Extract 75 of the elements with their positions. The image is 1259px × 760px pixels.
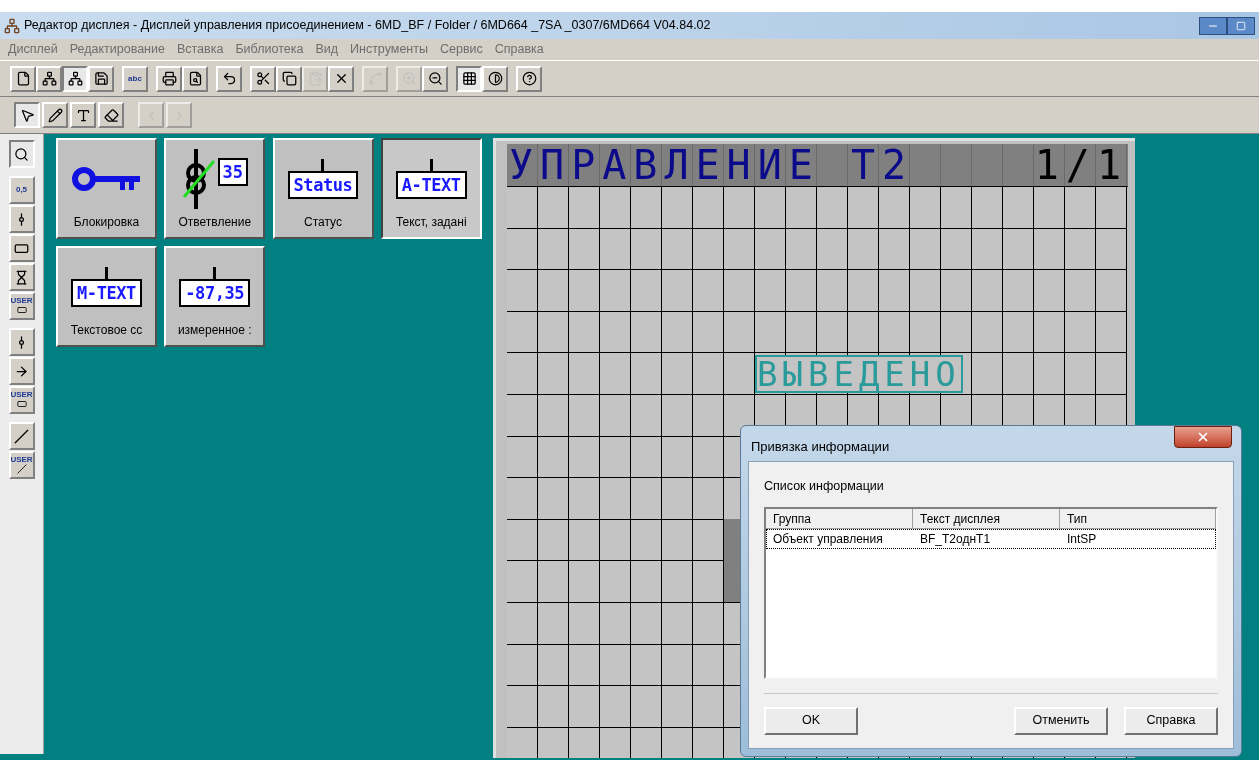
search-icon (14, 146, 29, 162)
palette-item[interactable]: Status Статус (272, 138, 374, 239)
contrast-icon (487, 71, 503, 86)
toolbar-button[interactable]: USER (8, 292, 35, 320)
copy-icon (281, 71, 297, 86)
toolbar-button[interactable] (62, 65, 88, 92)
preview-icon (187, 71, 203, 86)
app-icon (4, 17, 20, 34)
scissors-icon (255, 71, 271, 86)
maximize-button[interactable] (1227, 16, 1255, 35)
table-row[interactable]: Объект управления BF_T2однT1 IntSP (766, 528, 1216, 549)
palette-item[interactable]: Блокировка (56, 138, 157, 239)
grid-icon (461, 71, 477, 86)
save-icon (93, 71, 109, 86)
palette-item[interactable]: -87,35 измеренное : (164, 246, 266, 347)
menu-item[interactable]: Инструменты (350, 40, 428, 59)
line-icon (16, 464, 27, 474)
window-title: Редактор дисплея - Дисплей управления присоединением - 6MD_BF / Folder / 6MD664 _7SA _0307/6MD664 V04.84.02 (24, 17, 711, 35)
menu-item[interactable]: Справка (494, 40, 544, 59)
dialog-button[interactable]: OK (764, 706, 858, 735)
page-number: 1/1 (1034, 145, 1128, 185)
menu-item[interactable]: Вид (315, 40, 338, 59)
column-header[interactable]: Текст дисплея (913, 508, 1060, 529)
network-icon (67, 71, 83, 86)
menu-item[interactable]: Редактирование (69, 40, 165, 59)
menu-item[interactable]: Сервис (439, 40, 483, 59)
transformer-icon (181, 149, 216, 209)
pointer-icon (19, 107, 35, 123)
palette-item[interactable]: M-TEXT Текстовое сс (56, 246, 157, 347)
block-icon (16, 399, 27, 409)
close-button[interactable] (1174, 426, 1232, 448)
hourglass-icon (14, 269, 29, 285)
toolbar-button[interactable] (456, 65, 482, 92)
line-icon (14, 428, 29, 444)
pencil-icon (47, 107, 63, 123)
toolbar-button[interactable] (14, 102, 40, 128)
section-label: Список информации (764, 478, 885, 495)
table-cell-text: IntSP (1066, 530, 1098, 548)
table-cell-text: BF_T2однT1 (919, 530, 992, 548)
label-box: A-TEXT (395, 171, 467, 199)
printer-icon (161, 71, 177, 86)
table-cell-text: Объект управления (772, 530, 884, 548)
palette-item[interactable]: 35 Ответвление (164, 138, 266, 239)
new-file-icon (15, 71, 31, 86)
dialog-button[interactable]: Отменить (1014, 706, 1108, 735)
arrow-icon (14, 363, 29, 379)
menu-item[interactable]: Библиотека (235, 40, 304, 59)
label-box: -87,35 (179, 279, 251, 307)
menu-item[interactable]: Вставка (176, 40, 224, 59)
column-header[interactable]: Тип (1060, 508, 1216, 529)
toolbar-button[interactable] (8, 140, 35, 168)
dialog-title: Привязка информации (750, 437, 890, 456)
label-box: Status (287, 171, 359, 199)
toolbar-button[interactable]: 0,5 (8, 176, 35, 204)
block-icon (16, 305, 27, 315)
label-box: M-TEXT (71, 279, 142, 307)
network-icon (41, 71, 57, 86)
eraser-icon (103, 107, 119, 123)
undo-icon (221, 71, 237, 86)
toolbar-button[interactable]: USER (8, 386, 35, 414)
toolbar-button[interactable]: USER (8, 451, 35, 479)
help-icon (521, 71, 537, 86)
key-icon (71, 164, 142, 194)
minimize-button[interactable] (1199, 16, 1227, 35)
menu-item[interactable]: Дисплей (8, 40, 58, 59)
zoom-out-icon (427, 71, 443, 86)
letter-icon (75, 107, 91, 123)
toolbar-button[interactable]: abc (122, 65, 148, 92)
dialog-button[interactable]: Справка (1124, 706, 1218, 735)
maximize-icon (1236, 20, 1246, 31)
display-title: УПРАВЛЕНИЕ Т2 (508, 145, 914, 185)
palette-item[interactable]: A-TEXT Текст, задані (380, 138, 482, 239)
value-box: 35 (217, 158, 248, 186)
column-header[interactable]: Группа (766, 508, 913, 529)
close-icon (1196, 430, 1210, 444)
